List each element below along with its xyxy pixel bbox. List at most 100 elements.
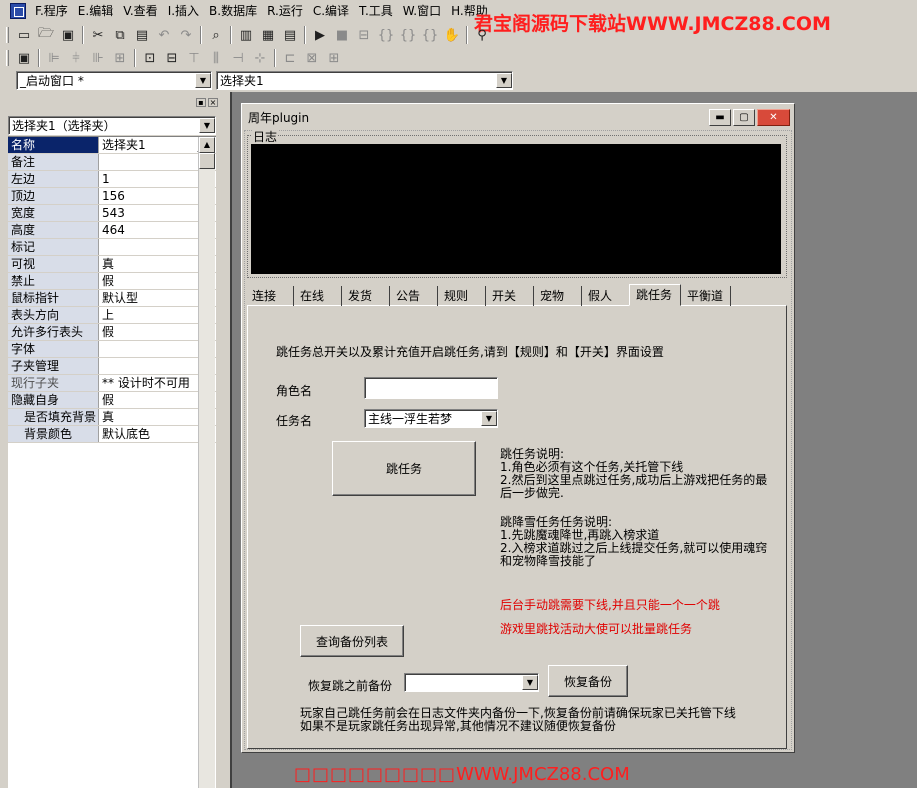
tab-rules[interactable]: 规则 <box>438 286 486 306</box>
menu-program[interactable]: F.程序 <box>30 0 73 22</box>
property-row[interactable]: 现行子夹 ** 设计时不可用 <box>8 375 216 392</box>
menu-edit[interactable]: E.编辑 <box>73 0 118 22</box>
log-textbox[interactable] <box>251 144 781 274</box>
run-icon[interactable]: ▶ <box>309 25 331 45</box>
close-icon[interactable]: ✕ <box>757 108 790 126</box>
copy-icon[interactable]: ⧉ <box>109 25 131 45</box>
property-row[interactable]: 备注 <box>8 154 216 171</box>
menu-window[interactable]: W.窗口 <box>398 0 446 22</box>
task-select[interactable]: 主线一浮生若梦 ▼ <box>364 409 498 428</box>
close-icon[interactable]: × <box>208 97 218 107</box>
property-name: 顶边 <box>8 188 99 204</box>
find-icon[interactable]: ⌕ <box>205 25 227 45</box>
redo-icon[interactable]: ↷ <box>175 25 197 45</box>
task-label: 任务名 <box>276 414 313 428</box>
grid-icon[interactable]: ⊞ <box>323 48 345 68</box>
layout-2-icon[interactable]: ▦ <box>257 25 279 45</box>
property-name: 表头方向 <box>8 307 99 323</box>
cut-icon[interactable]: ✂ <box>87 25 109 45</box>
tab-online[interactable]: 在线 <box>294 286 342 306</box>
layout-1-icon[interactable]: ▥ <box>235 25 257 45</box>
tab-notice[interactable]: 公告 <box>390 286 438 306</box>
menu-view[interactable]: V.查看 <box>118 0 162 22</box>
property-value-text: 真 <box>102 257 115 271</box>
property-scrollbar[interactable]: ▲ <box>198 137 215 788</box>
paste-icon[interactable]: ▤ <box>131 25 153 45</box>
maximize-icon[interactable]: ▢ <box>733 108 755 126</box>
binoculars-icon[interactable]: ⚲ <box>471 25 493 45</box>
backup-select[interactable]: ▼ <box>404 673 539 692</box>
minimize-icon[interactable]: ▪ <box>196 97 206 107</box>
menu-run[interactable]: R.运行 <box>262 0 308 22</box>
property-name: 背景颜色 <box>8 426 99 442</box>
step-over-icon[interactable]: {} <box>397 25 419 45</box>
chevron-down-icon[interactable]: ▼ <box>496 73 512 88</box>
property-row[interactable]: 宽度 543 <box>8 205 216 222</box>
restore-backup-button[interactable]: 恢复备份 <box>548 665 628 697</box>
step-into-icon[interactable]: {} <box>375 25 397 45</box>
center-form-icon[interactable]: ⊟ <box>161 48 183 68</box>
align-grid-icon[interactable]: ⊞ <box>109 48 131 68</box>
tab-delivery[interactable]: 发货 <box>342 286 390 306</box>
property-row[interactable]: 高度 464 <box>8 222 216 239</box>
role-input[interactable] <box>364 377 498 399</box>
tab-bot[interactable]: 假人 <box>582 286 630 306</box>
property-row[interactable]: 鼠标指针 默认型 <box>8 290 216 307</box>
property-row[interactable]: 子夹管理 <box>8 358 216 375</box>
stretch-h-icon[interactable]: ⊹ <box>249 48 271 68</box>
menu-database[interactable]: B.数据库 <box>204 0 262 22</box>
minimize-icon[interactable]: ▬ <box>709 108 731 126</box>
menu-compile[interactable]: C.编译 <box>308 0 354 22</box>
scroll-up-icon[interactable]: ▲ <box>199 137 215 153</box>
save-icon[interactable]: ▣ <box>57 25 79 45</box>
property-row[interactable]: 可视真 <box>8 256 216 273</box>
property-row[interactable]: 标记 <box>8 239 216 256</box>
property-row[interactable]: 禁止假 <box>8 273 216 290</box>
space-horiz-icon[interactable]: ⫼ <box>205 48 227 68</box>
chevron-down-icon[interactable]: ▼ <box>481 411 497 426</box>
same-size-icon[interactable]: ⊡ <box>139 48 161 68</box>
chevron-down-icon[interactable]: ▼ <box>199 118 215 133</box>
hand-icon[interactable]: ✋ <box>441 25 463 45</box>
tab-pet[interactable]: 宠物 <box>534 286 582 306</box>
align-top-icon[interactable]: ⊤ <box>183 48 205 68</box>
property-row[interactable]: 名称选择夹1··· <box>8 137 216 154</box>
space-vert-icon[interactable]: ⊣ <box>227 48 249 68</box>
property-row[interactable]: 顶边 156 <box>8 188 216 205</box>
stretch-v-icon[interactable]: ⊏ <box>279 48 301 68</box>
component-select[interactable]: 选择夹1 ▼ <box>216 71 513 90</box>
property-row[interactable]: 是否填充背景真 <box>8 409 216 426</box>
chevron-down-icon[interactable]: ▼ <box>522 675 538 690</box>
align-right-icon[interactable]: ⊪ <box>87 48 109 68</box>
properties-icon[interactable]: ▣ <box>13 48 35 68</box>
undo-icon[interactable]: ↶ <box>153 25 175 45</box>
property-row[interactable]: 左边 1 <box>8 171 216 188</box>
property-object-select[interactable]: 选择夹1（选择夹） ▼ <box>8 116 216 135</box>
scroll-thumb[interactable] <box>199 153 215 169</box>
property-row[interactable]: 表头方向上 <box>8 307 216 324</box>
chevron-down-icon[interactable]: ▼ <box>195 73 211 88</box>
open-folder-icon[interactable]: 🗁 <box>35 25 57 45</box>
align-center-icon[interactable]: ⫩ <box>65 48 87 68</box>
tab-switch[interactable]: 开关 <box>486 286 534 306</box>
align-left-icon[interactable]: ⊫ <box>43 48 65 68</box>
property-row[interactable]: 允许多行表头假 <box>8 324 216 341</box>
property-row[interactable]: 背景颜色 默认底色 <box>8 426 216 443</box>
new-file-icon[interactable]: ▭ <box>13 25 35 45</box>
layout-3-icon[interactable]: ▤ <box>279 25 301 45</box>
menu-tools[interactable]: T.工具 <box>354 0 398 22</box>
tab-jump-task[interactable]: 跳任务 <box>629 284 681 306</box>
query-backup-button[interactable]: 查询备份列表 <box>300 625 404 657</box>
tab-balance[interactable]: 平衡道 <box>681 286 731 306</box>
jump-task-button[interactable]: 跳任务 <box>332 441 476 496</box>
tab-connect[interactable]: 连接 <box>246 286 294 306</box>
property-name: 可视 <box>8 256 99 272</box>
step-icon[interactable]: ⊟ <box>353 25 375 45</box>
stretch-both-icon[interactable]: ⊠ <box>301 48 323 68</box>
step-out-icon[interactable]: {} <box>419 25 441 45</box>
menu-insert[interactable]: I.插入 <box>163 0 204 22</box>
property-row[interactable]: 字体 <box>8 341 216 358</box>
stop-icon[interactable]: ■ <box>331 25 353 45</box>
property-row[interactable]: 隐藏自身假 <box>8 392 216 409</box>
window-select[interactable]: _启动窗口 * ▼ <box>16 71 212 90</box>
